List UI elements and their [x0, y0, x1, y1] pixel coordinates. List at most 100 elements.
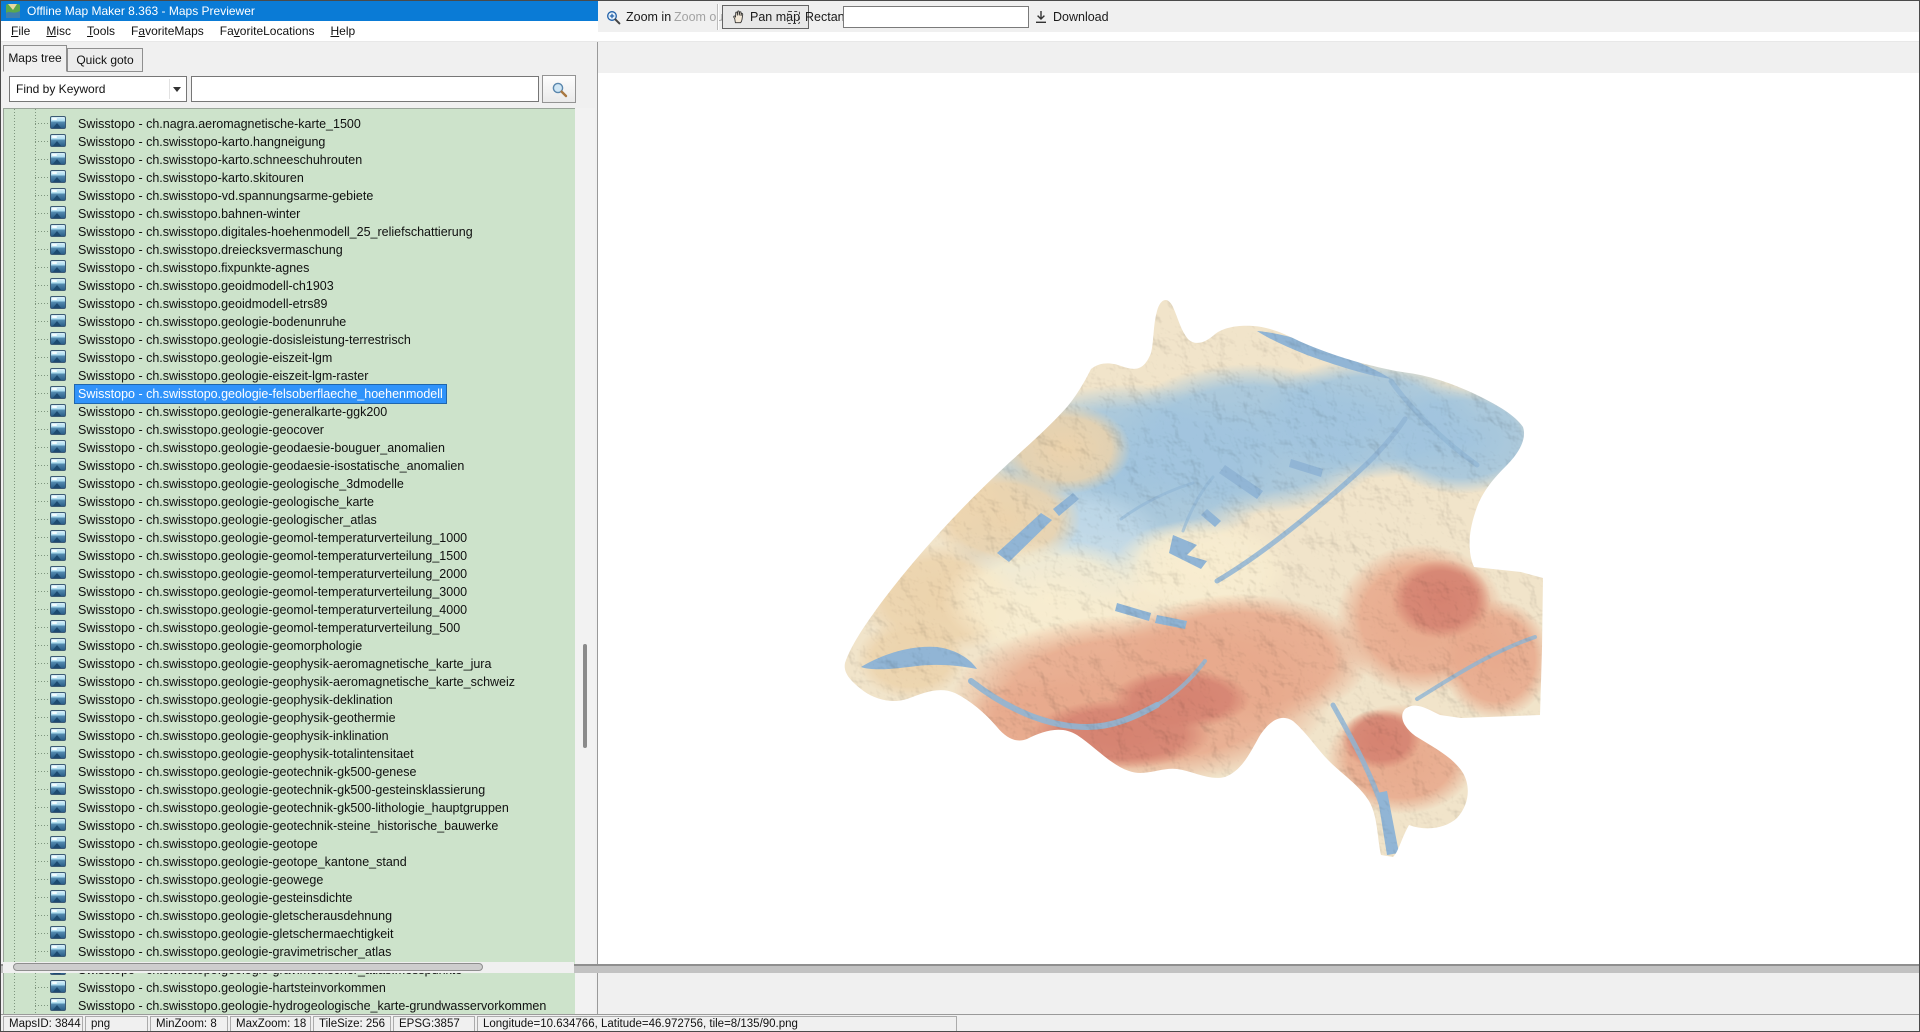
tree-item-label[interactable]: Swisstopo - ch.swisstopo.geologie-geophy…: [74, 744, 418, 764]
tree-item[interactable]: Swisstopo - ch.swisstopo.geologie-geomol…: [4, 528, 575, 546]
maps-tree-list[interactable]: Swisstopo - ch.nagra.aeromagnetische-kar…: [3, 108, 575, 1032]
menu-item-file[interactable]: File: [3, 21, 38, 41]
chevron-down-icon[interactable]: [173, 87, 181, 92]
tree-item[interactable]: Swisstopo - ch.swisstopo.geologie-genera…: [4, 402, 575, 420]
tree-item-label[interactable]: Swisstopo - ch.swisstopo.geologie-gestei…: [74, 888, 356, 908]
tree-item[interactable]: Swisstopo - ch.swisstopo.geologie-geophy…: [4, 708, 575, 726]
tree-item-label[interactable]: Swisstopo - ch.swisstopo.geologie-geomol…: [74, 600, 471, 620]
tree-item-label[interactable]: Swisstopo - ch.swisstopo.geoidmodell-etr…: [74, 294, 331, 314]
search-input[interactable]: [191, 76, 539, 102]
menu-item-tools[interactable]: Tools: [79, 21, 123, 41]
tree-item[interactable]: Swisstopo - ch.swisstopo.geologie-geolog…: [4, 510, 575, 528]
tree-item-label[interactable]: Swisstopo - ch.swisstopo.geologie-geomol…: [74, 582, 471, 602]
tree-item-label[interactable]: Swisstopo - ch.swisstopo.geologie-geophy…: [74, 690, 397, 710]
tree-item-label[interactable]: Swisstopo - ch.swisstopo.geologie-geophy…: [74, 672, 519, 692]
tree-item[interactable]: Swisstopo - ch.swisstopo.bahnen-winter: [4, 204, 575, 222]
tree-item-label[interactable]: Swisstopo - ch.swisstopo-karto.skitouren: [74, 168, 308, 188]
tree-item-label[interactable]: Swisstopo - ch.swisstopo.geologie-gletsc…: [74, 906, 396, 926]
tree-item-label[interactable]: Swisstopo - ch.swisstopo.geologie-geolog…: [74, 492, 378, 512]
tree-item-label[interactable]: Swisstopo - ch.swisstopo.geologie-geotop…: [74, 834, 322, 854]
tree-item-label[interactable]: Swisstopo - ch.swisstopo.geologie-geomor…: [74, 636, 366, 656]
tree-item[interactable]: Swisstopo - ch.swisstopo.geologie-geolog…: [4, 492, 575, 510]
tree-item[interactable]: Swisstopo - ch.swisstopo.geologie-geophy…: [4, 744, 575, 762]
menu-item-favorite-locations[interactable]: FavoriteLocations: [212, 21, 323, 41]
tree-item-label[interactable]: Swisstopo - ch.swisstopo.geologie-geophy…: [74, 708, 400, 728]
tree-item-label[interactable]: Swisstopo - ch.swisstopo-karto.hangneigu…: [74, 132, 329, 152]
tree-item-label[interactable]: Swisstopo - ch.swisstopo.geologie-genera…: [74, 402, 391, 422]
tree-item[interactable]: Swisstopo - ch.nagra.aeromagnetische-kar…: [4, 114, 575, 132]
tree-horizontal-scrollbar[interactable]: [3, 962, 574, 973]
tree-item-label[interactable]: Swisstopo - ch.swisstopo.geologie-geotec…: [74, 762, 420, 782]
tree-item-label[interactable]: Swisstopo - ch.swisstopo.geologie-geomol…: [74, 546, 471, 566]
tree-item-label[interactable]: Swisstopo - ch.swisstopo.geologie-bodenu…: [74, 312, 350, 332]
tree-item[interactable]: Swisstopo - ch.swisstopo.geologie-geophy…: [4, 654, 575, 672]
tree-item[interactable]: Swisstopo - ch.swisstopo.geologie-geotec…: [4, 798, 575, 816]
scrollbar-thumb[interactable]: [13, 963, 483, 971]
tree-item-label[interactable]: Swisstopo - ch.swisstopo.geologie-geolog…: [74, 474, 408, 494]
tree-item[interactable]: Swisstopo - ch.swisstopo.geologie-geomor…: [4, 636, 575, 654]
tree-item[interactable]: Swisstopo - ch.swisstopo.geologie-eiszei…: [4, 366, 575, 384]
tree-item-label[interactable]: Swisstopo - ch.swisstopo.digitales-hoehe…: [74, 222, 477, 242]
tree-item-label[interactable]: Swisstopo - ch.swisstopo.geologie-geodae…: [74, 438, 449, 458]
tree-item[interactable]: Swisstopo - ch.swisstopo.geologie-gravim…: [4, 942, 575, 960]
tree-item[interactable]: Swisstopo - ch.swisstopo-karto.schneesch…: [4, 150, 575, 168]
tree-item-label[interactable]: Swisstopo - ch.swisstopo.geologie-geomol…: [74, 528, 471, 548]
tree-item[interactable]: Swisstopo - ch.swisstopo.geologie-bodenu…: [4, 312, 575, 330]
tree-item-label[interactable]: Swisstopo - ch.swisstopo.fixpunkte-agnes: [74, 258, 313, 278]
tree-item[interactable]: Swisstopo - ch.swisstopo.geologie-eiszei…: [4, 348, 575, 366]
tab-maps-tree[interactable]: Maps tree: [3, 45, 67, 72]
tree-item-label[interactable]: Swisstopo - ch.swisstopo-karto.schneesch…: [74, 150, 366, 170]
tree-item-label[interactable]: Swisstopo - ch.swisstopo.geologie-geotop…: [74, 852, 411, 872]
tree-item[interactable]: Swisstopo - ch.swisstopo.geologie-geophy…: [4, 690, 575, 708]
tree-item-label-selected[interactable]: Swisstopo - ch.swisstopo.geologie-felsob…: [74, 384, 447, 404]
tree-item[interactable]: Swisstopo - ch.swisstopo.geoidmodell-ch1…: [4, 276, 575, 294]
tree-item-label[interactable]: Swisstopo - ch.swisstopo.geologie-geocov…: [74, 420, 328, 440]
tree-item[interactable]: Swisstopo - ch.swisstopo.geologie-geomol…: [4, 582, 575, 600]
tree-item[interactable]: Swisstopo - ch.swisstopo.geologie-geomol…: [4, 618, 575, 636]
tree-item-label[interactable]: Swisstopo - ch.swisstopo.dreiecksvermasc…: [74, 240, 347, 260]
download-button[interactable]: Download: [1034, 5, 1109, 29]
tree-item-label[interactable]: Swisstopo - ch.swisstopo-vd.spannungsarm…: [74, 186, 377, 206]
tree-item-label[interactable]: Swisstopo - ch.swisstopo.geologie-geotec…: [74, 780, 489, 800]
tree-item[interactable]: Swisstopo - ch.swisstopo.geologie-geotec…: [4, 780, 575, 798]
tree-item-label[interactable]: Swisstopo - ch.swisstopo.geologie-hydrog…: [74, 996, 550, 1016]
tree-item[interactable]: Swisstopo - ch.swisstopo.geologie-geoweg…: [4, 870, 575, 888]
tree-item-label[interactable]: Swisstopo - ch.swisstopo.geologie-geolog…: [74, 510, 381, 530]
tree-item[interactable]: Swisstopo - ch.swisstopo.geologie-geophy…: [4, 726, 575, 744]
tree-item-label[interactable]: Swisstopo - ch.nagra.aeromagnetische-kar…: [74, 114, 365, 134]
tree-vertical-scrollbar[interactable]: [575, 108, 595, 1032]
tree-item[interactable]: Swisstopo - ch.swisstopo-vd.spannungsarm…: [4, 186, 575, 204]
tree-item[interactable]: Swisstopo - ch.swisstopo.geologie-geotop…: [4, 834, 575, 852]
tree-item[interactable]: Swisstopo - ch.swisstopo.geologie-hydrog…: [4, 996, 575, 1014]
menu-item-favorite-maps[interactable]: FavoriteMaps: [123, 21, 212, 41]
tree-item[interactable]: Swisstopo - ch.swisstopo.geologie-hartst…: [4, 978, 575, 996]
tree-item[interactable]: Swisstopo - ch.swisstopo.geologie-geophy…: [4, 672, 575, 690]
tree-item-label[interactable]: Swisstopo - ch.swisstopo.geologie-geodae…: [74, 456, 468, 476]
tree-item[interactable]: Swisstopo - ch.swisstopo.geologie-geomol…: [4, 600, 575, 618]
tree-item-label[interactable]: Swisstopo - ch.swisstopo.geologie-geomol…: [74, 618, 464, 638]
search-button[interactable]: [542, 75, 576, 103]
tab-quick-goto[interactable]: Quick goto: [67, 48, 143, 72]
find-mode-select[interactable]: Find by Keyword: [9, 76, 187, 102]
menu-item-misc[interactable]: Misc: [38, 21, 79, 41]
tree-item-label[interactable]: Swisstopo - ch.swisstopo.geologie-geophy…: [74, 726, 393, 746]
tree-item[interactable]: Swisstopo - ch.swisstopo.geologie-geolog…: [4, 474, 575, 492]
tree-item-label[interactable]: Swisstopo - ch.swisstopo.geologie-geomol…: [74, 564, 471, 584]
tree-item[interactable]: Swisstopo - ch.swisstopo.digitales-hoehe…: [4, 222, 575, 240]
switzerland-relief-map[interactable]: [821, 269, 1581, 861]
tree-item-label[interactable]: Swisstopo - ch.swisstopo.geologie-geotec…: [74, 816, 502, 836]
zoom-in-button[interactable]: Zoom in: [606, 5, 671, 29]
tree-item[interactable]: Swisstopo - ch.swisstopo.geologie-geodae…: [4, 438, 575, 456]
menu-item-help[interactable]: Help: [323, 21, 364, 41]
tree-item-label[interactable]: Swisstopo - ch.swisstopo.geologie-eiszei…: [74, 348, 336, 368]
tree-item[interactable]: Swisstopo - ch.swisstopo.geologie-geotec…: [4, 816, 575, 834]
tree-item[interactable]: Swisstopo - ch.swisstopo.dreiecksvermasc…: [4, 240, 575, 258]
tree-item[interactable]: Swisstopo - ch.swisstopo.geologie-geocov…: [4, 420, 575, 438]
tree-item[interactable]: Swisstopo - ch.swisstopo.geologie-geomol…: [4, 546, 575, 564]
tree-item[interactable]: Swisstopo - ch.swisstopo.geologie-geotec…: [4, 762, 575, 780]
tree-item[interactable]: Swisstopo - ch.swisstopo.geoidmodell-etr…: [4, 294, 575, 312]
tree-item[interactable]: Swisstopo - ch.swisstopo-karto.skitouren: [4, 168, 575, 186]
tree-item[interactable]: Swisstopo - ch.swisstopo.fixpunkte-agnes: [4, 258, 575, 276]
scrollbar-thumb[interactable]: [583, 644, 587, 748]
tree-item-label[interactable]: Swisstopo - ch.swisstopo.geologie-hartst…: [74, 978, 390, 998]
